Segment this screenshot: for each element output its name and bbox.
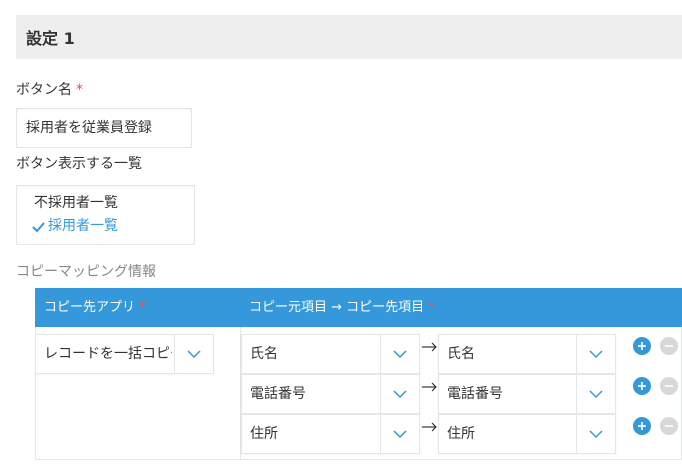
header-copy-target-app: コピー先アプリ * bbox=[44, 288, 146, 327]
header-field-mapping-text: コピー元項目 → コピー先項目 bbox=[249, 300, 425, 315]
required-mark: * bbox=[428, 300, 435, 315]
mapping-table-header: コピー先アプリ * コピー元項目 → コピー先項目 * bbox=[35, 288, 682, 327]
required-mark: * bbox=[139, 300, 146, 315]
remove-row-button[interactable] bbox=[660, 337, 678, 355]
minus-icon bbox=[665, 425, 673, 427]
add-row-button[interactable] bbox=[633, 417, 651, 435]
target-field-select[interactable]: 住所 bbox=[438, 414, 616, 454]
button-name-label: ボタン名 * bbox=[16, 79, 83, 99]
section-title: 設定 1 bbox=[16, 15, 682, 59]
chevron-down-icon[interactable] bbox=[576, 335, 615, 373]
chevron-down-icon[interactable] bbox=[576, 375, 615, 413]
plus-icon bbox=[638, 342, 646, 350]
button-name-input[interactable]: 採用者を従業員登録 bbox=[16, 108, 192, 148]
source-field-select[interactable]: 電話番号 bbox=[241, 374, 420, 414]
check-icon bbox=[32, 222, 45, 233]
list-item-label: 不採用者一覧 bbox=[34, 195, 118, 211]
chevron-down-icon[interactable] bbox=[380, 335, 419, 373]
list-item-selected[interactable]: 採用者一覧 bbox=[17, 215, 194, 238]
add-row-button[interactable] bbox=[633, 377, 651, 395]
header-field-mapping: コピー元項目 → コピー先項目 * bbox=[249, 288, 435, 327]
copy-mapping-label: コピーマッピング情報 bbox=[16, 264, 156, 280]
arrow-right-icon bbox=[422, 382, 437, 392]
add-row-button[interactable] bbox=[633, 337, 651, 355]
display-list-multiselect[interactable]: 不採用者一覧 採用者一覧 bbox=[16, 185, 195, 245]
display-list-label: ボタン表示する一覧 bbox=[16, 156, 142, 172]
remove-row-button[interactable] bbox=[660, 417, 678, 435]
arrow-right-icon bbox=[422, 422, 437, 432]
remove-row-button[interactable] bbox=[660, 377, 678, 395]
chevron-down-icon[interactable] bbox=[576, 415, 615, 453]
header-copy-target-app-text: コピー先アプリ bbox=[44, 300, 136, 315]
target-field-value: 住所 bbox=[447, 426, 475, 442]
minus-icon bbox=[665, 345, 673, 347]
required-mark: * bbox=[76, 82, 83, 98]
source-field-value: 電話番号 bbox=[250, 386, 306, 402]
target-field-value: 氏名 bbox=[447, 346, 475, 362]
source-field-value: 住所 bbox=[250, 426, 278, 442]
copy-target-app-select[interactable]: レコードを一括コピー bbox=[35, 334, 214, 374]
target-field-select[interactable]: 氏名 bbox=[438, 334, 616, 374]
minus-icon bbox=[665, 385, 673, 387]
source-field-select[interactable]: 住所 bbox=[241, 414, 420, 454]
list-item-label: 採用者一覧 bbox=[48, 218, 118, 234]
button-name-label-text: ボタン名 bbox=[16, 82, 72, 98]
source-field-select[interactable]: 氏名 bbox=[241, 334, 420, 374]
list-item[interactable]: 不採用者一覧 bbox=[17, 192, 194, 215]
source-field-value: 氏名 bbox=[250, 346, 278, 362]
chevron-down-icon[interactable] bbox=[380, 415, 419, 453]
plus-icon bbox=[638, 422, 646, 430]
target-field-select[interactable]: 電話番号 bbox=[438, 374, 616, 414]
chevron-down-icon[interactable] bbox=[174, 335, 213, 373]
plus-icon bbox=[638, 382, 646, 390]
copy-target-app-value: レコードを一括コピー bbox=[44, 346, 172, 362]
chevron-down-icon[interactable] bbox=[380, 375, 419, 413]
target-field-value: 電話番号 bbox=[447, 386, 503, 402]
arrow-right-icon bbox=[422, 342, 437, 352]
